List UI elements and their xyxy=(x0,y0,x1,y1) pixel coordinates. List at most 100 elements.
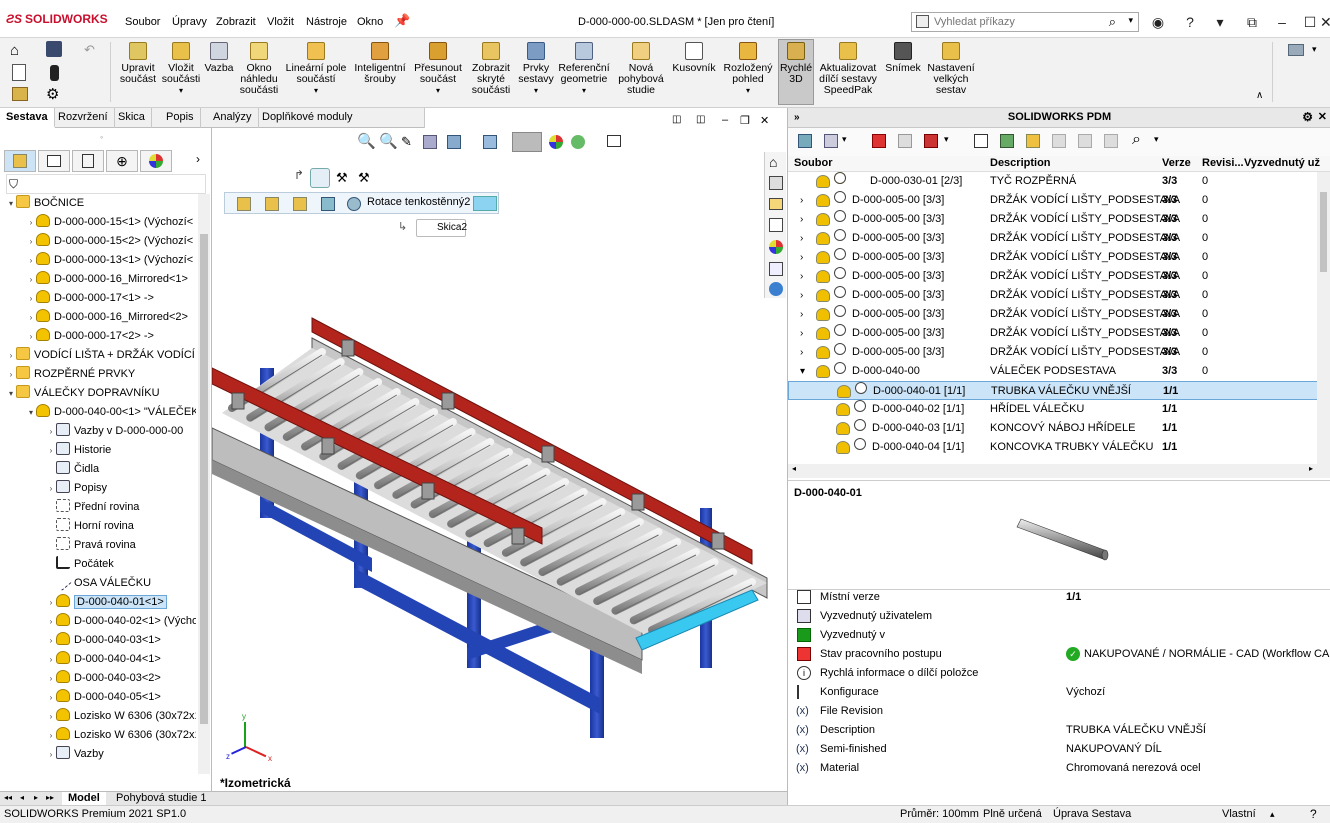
breadcrumb-part-icon[interactable] xyxy=(293,197,307,211)
edit-appearance-icon[interactable] xyxy=(549,135,563,149)
collapse-ribbon-icon[interactable]: ∧ xyxy=(1256,90,1263,101)
home-icon[interactable]: ⌂ xyxy=(10,42,28,59)
selection-filter-icon[interactable]: ↱ xyxy=(294,168,304,182)
tree-item[interactable]: › D-000-040-02<1> (Výcho xyxy=(46,612,196,631)
change-state-icon[interactable] xyxy=(924,134,938,148)
menu-zobrazit[interactable]: Zobrazit xyxy=(216,16,256,28)
tree-item[interactable]: › Lozisko W 6306 (30x72x1 xyxy=(46,707,196,726)
edit-component-button[interactable]: Upravit součást xyxy=(116,40,160,85)
menu-vlozit[interactable]: Vložit xyxy=(267,16,294,28)
collapsed-chevron-icon[interactable]: › xyxy=(26,308,36,327)
row-chevron-icon[interactable]: › xyxy=(800,286,803,305)
apply-scene-icon[interactable] xyxy=(571,135,585,149)
tree-item[interactable]: › D-000-040-05<1> xyxy=(46,688,161,707)
collapsed-chevron-icon[interactable]: › xyxy=(26,270,36,289)
context-tool-2-icon[interactable]: ⚒ xyxy=(358,170,370,186)
collapsed-chevron-icon[interactable]: › xyxy=(46,593,56,612)
search-scope-icon[interactable] xyxy=(916,15,929,28)
zoom-area-icon[interactable]: 🔍 xyxy=(379,132,398,150)
pdm-row[interactable]: › D-000-005-00 [3/3] DRŽÁK VODÍCÍ LIŠTY_PO… xyxy=(788,267,1318,286)
row-chevron-icon[interactable]: › xyxy=(800,210,803,229)
options-gear-icon[interactable]: ⚙ xyxy=(46,85,59,103)
exploded-view-button[interactable]: Rozložený pohled ▾ xyxy=(720,40,776,96)
help-status-icon[interactable]: ? xyxy=(1310,806,1317,823)
collapsed-chevron-icon[interactable]: › xyxy=(46,422,56,441)
tree-item[interactable]: Přední rovina xyxy=(46,498,139,517)
assembly-features-button[interactable]: Prvky sestavy ▾ xyxy=(516,40,556,96)
collapsed-chevron-icon[interactable]: › xyxy=(46,745,56,764)
tree-item[interactable]: › D-000-040-03<2> xyxy=(46,669,161,688)
tab-configuration-manager[interactable] xyxy=(72,150,104,172)
history-icon[interactable] xyxy=(1026,134,1040,148)
tree-item[interactable]: › D-000-000-15<2> (Výchozí< xyxy=(26,232,193,251)
pdm-row[interactable]: D-000-040-03 [1/1] KONCOVÝ NÁBOJ HŘÍDELE 1… xyxy=(788,419,1318,438)
col-revize[interactable]: Revisi... xyxy=(1202,156,1244,171)
tree-item[interactable]: › D-000-040-01<1> xyxy=(46,593,167,612)
row-chevron-icon[interactable]: › xyxy=(800,248,803,267)
help-dropdown-icon[interactable]: ▾ xyxy=(1210,12,1230,32)
help-icon[interactable]: ? xyxy=(1180,12,1200,32)
status-units[interactable]: Vlastní xyxy=(1222,806,1256,823)
search-box[interactable]: ⌕ ▾ xyxy=(911,12,1139,32)
pdm-row[interactable]: D-000-040-04 [1/1] KONCOVKA TRUBKY VÁLEČK… xyxy=(788,438,1318,457)
tab-property-manager[interactable] xyxy=(38,150,70,172)
breadcrumb-face-icon[interactable] xyxy=(473,196,497,211)
check-out-icon[interactable] xyxy=(872,134,886,148)
bom-button[interactable]: Kusovník xyxy=(670,40,718,74)
collapsed-chevron-icon[interactable]: › xyxy=(26,251,36,270)
design-library-icon[interactable] xyxy=(769,176,783,190)
pdm-settings-icon[interactable]: ⚙ xyxy=(1302,108,1313,127)
pin-left-icon[interactable]: » xyxy=(794,108,800,127)
col-description[interactable]: Description xyxy=(990,156,1051,171)
col-vyzvednuty[interactable]: Vyzvednutý už xyxy=(1244,156,1320,171)
col-soubor[interactable]: Soubor xyxy=(794,156,833,171)
tree-item[interactable]: Pravá rovina xyxy=(46,536,136,555)
menu-nastroje[interactable]: Nástroje xyxy=(306,16,347,28)
change-state-dropdown-icon[interactable]: ▾ xyxy=(944,134,949,145)
display-style-icon[interactable] xyxy=(512,132,542,152)
large-assembly-settings-button[interactable]: Nastavení velkých sestav xyxy=(924,40,978,96)
tile-icon[interactable]: ⧉ xyxy=(1242,12,1262,32)
tab-motion-study[interactable]: Pohybová studie 1 xyxy=(110,792,213,806)
collapsed-chevron-icon[interactable]: › xyxy=(46,479,56,498)
pdm-row[interactable]: › D-000-005-00 [3/3] DRŽÁK VODÍCÍ LIŠTY_PO… xyxy=(788,248,1318,267)
menu-okno[interactable]: Okno xyxy=(357,16,383,28)
panel-grip-icon[interactable]: ◦ xyxy=(100,132,103,142)
tree-item[interactable]: › Vazby v D-000-000-00 xyxy=(46,422,183,441)
open-icon[interactable] xyxy=(12,87,28,101)
pdm-row[interactable]: D-000-040-01 [1/1] TRUBKA VÁLEČKU VNĚJŠÍ 1… xyxy=(788,381,1318,400)
previous-view-icon[interactable]: ✎ xyxy=(401,134,412,150)
pdm-row[interactable]: › D-000-005-00 [3/3] DRŽÁK VODÍCÍ LIŠTY_PO… xyxy=(788,286,1318,305)
pin-icon[interactable]: 📌 xyxy=(394,13,410,29)
minimize-icon[interactable]: – xyxy=(1272,12,1292,32)
user-icon[interactable]: ◉ xyxy=(1148,12,1168,32)
col-verze[interactable]: Verze xyxy=(1162,156,1191,171)
tree-item[interactable]: ▾ VÁLEČKY DOPRAVNÍKU xyxy=(6,384,160,403)
pdm-row[interactable]: › D-000-005-00 [3/3] DRŽÁK VODÍCÍ LIŠTY_PO… xyxy=(788,305,1318,324)
tree-item[interactable]: OSA VÁLEČKU xyxy=(46,572,151,593)
snapshot-button[interactable]: Snímek xyxy=(884,40,922,74)
check-in-icon[interactable] xyxy=(898,134,912,148)
maximize-icon[interactable]: ☐ xyxy=(1300,12,1320,32)
pdm-search-dropdown-icon[interactable]: ▾ xyxy=(1154,134,1159,145)
collapsed-chevron-icon[interactable]: › xyxy=(46,441,56,460)
custom-properties-icon[interactable] xyxy=(769,262,783,276)
split-view-2-icon[interactable]: ◫ xyxy=(696,114,705,125)
pdm-pane-icon[interactable] xyxy=(769,282,783,296)
collapsed-chevron-icon[interactable]: › xyxy=(46,688,56,707)
collapsed-chevron-icon[interactable]: › xyxy=(46,669,56,688)
expanded-chevron-icon[interactable]: ▾ xyxy=(6,194,16,213)
undo-checkout-icon[interactable] xyxy=(1052,134,1066,148)
move-component-button[interactable]: Přesunout součást ▾ xyxy=(410,40,466,96)
row-chevron-icon[interactable]: › xyxy=(800,343,803,362)
reference-icon[interactable] xyxy=(1000,134,1014,148)
show-hidden-button[interactable]: Zobrazit skryté součásti xyxy=(466,40,516,96)
tree-item[interactable]: Počátek xyxy=(46,555,114,574)
pdm-row[interactable]: D-000-040-02 [1/1] HŘÍDEL VÁLEČKU 1/1 xyxy=(788,400,1318,419)
mate-button[interactable]: Vazba xyxy=(202,40,236,74)
pdm-row[interactable]: › D-000-005-00 [3/3] DRŽÁK VODÍCÍ LIŠTY_PO… xyxy=(788,343,1318,362)
tree-item[interactable]: ▾ BOČNICE xyxy=(6,194,84,213)
save-icon[interactable] xyxy=(46,41,62,57)
tab-feature-tree[interactable] xyxy=(4,150,36,172)
tab-model[interactable]: Model xyxy=(62,792,106,806)
